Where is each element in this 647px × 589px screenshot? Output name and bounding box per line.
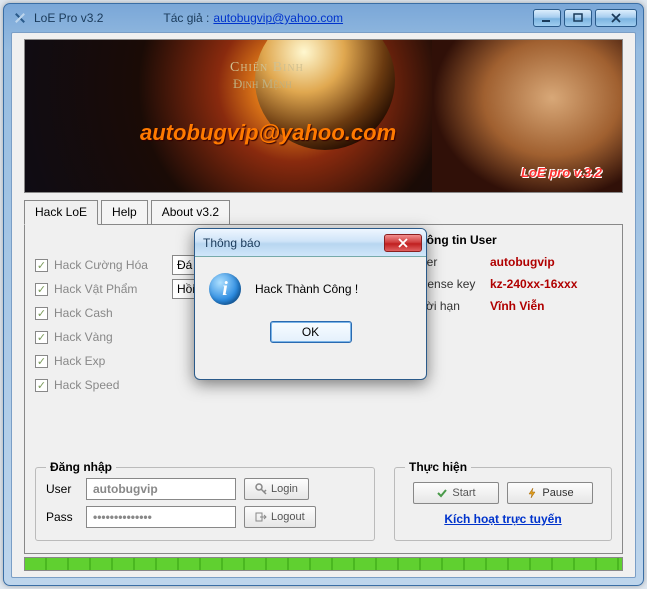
author-label: Tác giả : [163,11,209,25]
banner-version-tag: LoE pro v.3.2 [521,165,602,180]
label-vang: Hack Vàng [54,330,172,344]
login-pass-label: Pass [46,510,86,524]
login-legend: Đăng nhập [46,460,116,474]
start-button[interactable]: Start [413,482,499,504]
logout-icon [255,511,267,523]
maximize-button[interactable] [564,9,592,27]
checkbox-vatpham[interactable]: ✓ [35,283,48,296]
app-icon [12,10,28,26]
login-user-input[interactable] [86,478,236,500]
login-button-label: Login [271,483,298,495]
progress-bar [24,557,623,571]
info-icon: i [209,273,241,305]
activate-online-link[interactable]: Kích hoạt trực tuyến [405,512,601,526]
key-icon [255,483,267,495]
tab-hack-loe[interactable]: Hack LoE [24,200,98,225]
tab-bar: Hack LoE Help About v3.2 [24,199,623,224]
banner-image: Chiến Binh Định Mệnh autobugvip@yahoo.co… [24,39,623,193]
banner-title-2: Định Mệnh [233,76,292,92]
pause-button[interactable]: Pause [507,482,593,504]
close-button[interactable] [595,9,637,27]
close-icon [398,238,408,248]
label-cash: Hack Cash [54,306,172,320]
dialog-title: Thông báo [203,236,260,250]
userinfo-user-value: autobugvip [490,255,555,269]
start-button-label: Start [452,487,475,499]
progress-fill [25,558,622,570]
checkbox-exp[interactable]: ✓ [35,355,48,368]
execute-legend: Thực hiện [405,460,471,474]
login-pass-input[interactable] [86,506,236,528]
userinfo-expiry-value: Vĩnh Viễn [490,299,544,313]
execute-group: Thực hiện Start Pause Kích hoạt trực tuy… [394,467,612,541]
login-group: Đăng nhập User Login Pass Logout [35,467,375,541]
banner-title-1: Chiến Binh [230,60,304,76]
logout-button-label: Logout [271,511,305,523]
window-title: LoE Pro v3.2 [34,11,103,25]
lightning-icon [526,487,538,499]
user-info-panel: Thông tin User Userautobugvip License ke… [412,233,612,321]
userinfo-header: Thông tin User [412,233,612,247]
dialog-close-button[interactable] [384,234,422,252]
pause-button-label: Pause [542,487,573,499]
minimize-button[interactable] [533,9,561,27]
userinfo-license-value: kz-240xx-16xxx [490,277,577,291]
checkbox-cuonghoa[interactable]: ✓ [35,259,48,272]
label-cuonghoa: Hack Cường Hóa [54,258,172,272]
dialog-titlebar[interactable]: Thông báo [195,229,426,257]
checkbox-cash[interactable]: ✓ [35,307,48,320]
label-exp: Hack Exp [54,354,172,368]
dialog-ok-button[interactable]: OK [270,321,352,343]
login-button[interactable]: Login [244,478,309,500]
login-user-label: User [46,482,86,496]
logout-button[interactable]: Logout [244,506,316,528]
label-speed: Hack Speed [54,378,172,392]
dialog-message: Hack Thành Công ! [255,282,358,296]
titlebar[interactable]: LoE Pro v3.2 Tác giả : autobugvip@yahoo.… [4,4,643,32]
checkbox-speed[interactable]: ✓ [35,379,48,392]
checkbox-vang[interactable]: ✓ [35,331,48,344]
tab-help[interactable]: Help [101,200,148,225]
author-email-link[interactable]: autobugvip@yahoo.com [213,11,343,25]
check-icon [436,487,448,499]
label-vatpham: Hack Vật Phẩm [54,282,172,296]
banner-email-overlay: autobugvip@yahoo.com [140,120,396,146]
tab-about[interactable]: About v3.2 [151,200,230,225]
message-dialog: Thông báo i Hack Thành Công ! OK [194,228,427,380]
